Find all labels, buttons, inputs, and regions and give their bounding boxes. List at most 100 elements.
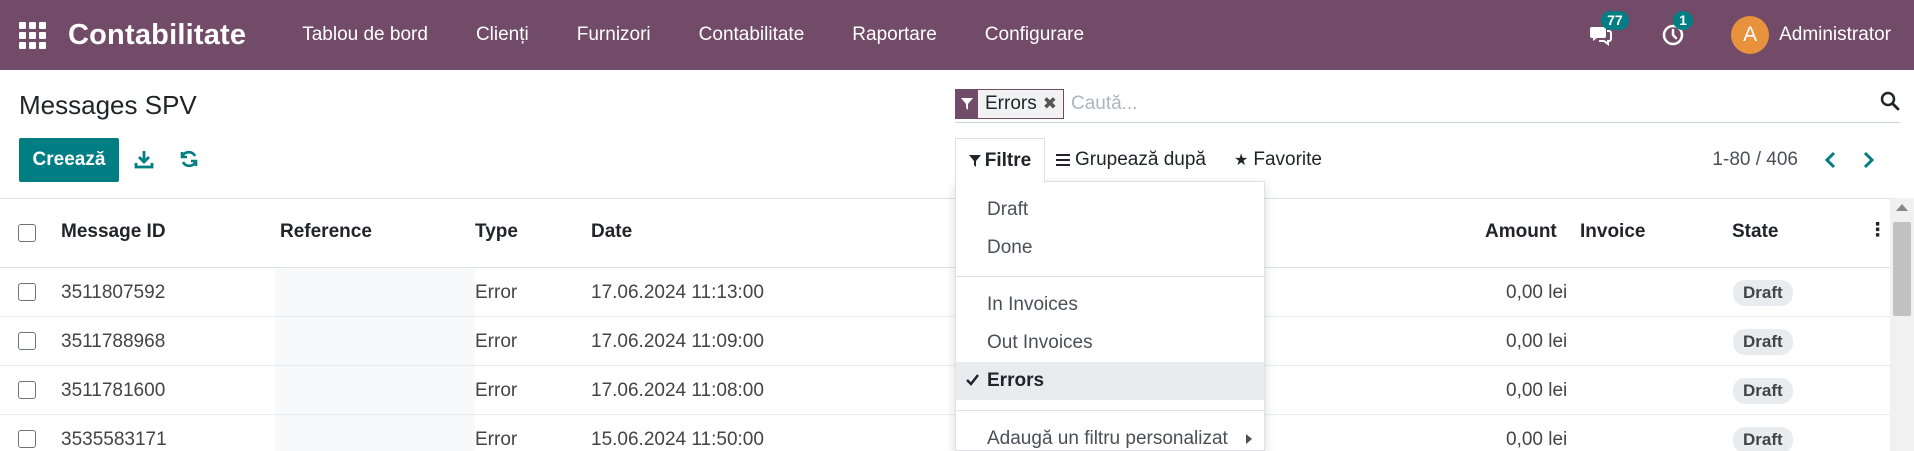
checkmark-icon [966,374,979,386]
apps-menu-icon[interactable] [17,20,47,50]
dropdown-divider [956,276,1264,277]
cell-amount: 0,00 lei [1506,282,1568,303]
row-checkbox[interactable] [18,283,36,301]
menu-item-reporting[interactable]: Raportare [852,24,937,46]
header-type[interactable]: Type [475,221,518,243]
menu-item-customers[interactable]: Clienți [476,24,529,46]
header-message-id[interactable]: Message ID [61,221,166,243]
filters-label: Filtre [984,149,1032,171]
cell-type: Error [475,429,518,450]
page-title: Messages SPV [19,90,197,120]
header-date[interactable]: Date [591,221,632,243]
cell-message-id: 3511788968 [61,331,166,352]
filter-option-out-invoices[interactable]: Out Invoices [956,324,1264,362]
facet-label: Errors [978,89,1043,118]
pager-previous-button[interactable] [1820,148,1840,172]
column-options-icon[interactable]: ⋮ [1868,219,1887,242]
funnel-icon [956,89,978,118]
reference-cell-bg [275,317,475,365]
close-icon[interactable]: ✖ [1042,89,1063,118]
app-brand[interactable]: Contabilitate [68,19,246,52]
add-custom-filter[interactable]: Adaugă un filtru personalizat [956,420,1264,451]
reference-cell-bg [275,415,475,451]
refresh-button[interactable] [176,146,202,172]
menu-item-configuration[interactable]: Configurare [985,24,1084,46]
filter-option-errors[interactable]: Errors [956,362,1264,400]
cell-date: 17.06.2024 11:08:00 [591,380,764,401]
reference-cell-bg [275,366,475,414]
row-checkbox[interactable] [18,332,36,350]
select-all-checkbox[interactable] [18,224,36,242]
chevron-right-icon [1863,151,1875,169]
add-custom-filter-label: Adaugă un filtru personalizat [987,428,1228,449]
list-view: Message ID Reference Type Date Amount In… [0,198,1890,451]
favorites-toggle[interactable]: ★ Favorite [1234,138,1322,182]
header-state[interactable]: State [1732,221,1778,243]
status-badge: Draft [1733,329,1793,355]
status-badge: Draft [1733,280,1793,306]
header-amount[interactable]: Amount [1485,221,1557,243]
table-row[interactable]: 3511788968 Error 17.06.2024 11:09:00 0,0… [0,317,1890,366]
vertical-scrollbar[interactable] [1890,198,1914,451]
star-icon: ★ [1234,152,1249,169]
download-icon [134,151,154,169]
filter-option-draft[interactable]: Draft [956,191,1264,229]
filters-dropdown: Draft Done In Invoices Out Invoices Erro… [955,181,1265,451]
search-bar[interactable]: Errors ✖ Caută... [955,85,1900,123]
activities-count-badge: 1 [1673,11,1693,30]
user-avatar[interactable]: A [1731,16,1770,54]
filter-option-in-invoices[interactable]: In Invoices [956,286,1264,324]
header-invoice[interactable]: Invoice [1580,221,1645,243]
pager-value[interactable]: 1-80 / 406 [1712,149,1798,171]
group-by-label: Grupează după [1075,149,1206,170]
cell-amount: 0,00 lei [1506,331,1568,352]
cell-amount: 0,00 lei [1506,429,1568,450]
messages-button[interactable]: 77 [1587,11,1629,49]
create-button[interactable]: Creează [19,138,119,182]
filter-option-errors-label: Errors [987,370,1045,391]
scroll-up-arrow[interactable] [1896,204,1908,211]
search-icon[interactable] [1880,91,1900,116]
reference-cell-bg [275,268,475,316]
funnel-icon [968,154,981,167]
cell-type: Error [475,282,518,303]
table-row[interactable]: 3511781600 Error 17.06.2024 11:08:00 0,0… [0,366,1890,415]
messages-count-badge: 77 [1601,11,1629,30]
menu-item-accounting[interactable]: Contabilitate [699,24,805,46]
group-by-toggle[interactable]: Grupează după [1056,138,1206,182]
chevron-left-icon [1824,151,1836,169]
status-badge: Draft [1733,427,1793,451]
cell-type: Error [475,331,518,352]
cell-date: 15.06.2024 11:50:00 [591,429,764,450]
filters-toggle[interactable]: Filtre [955,138,1045,182]
table-row[interactable]: 3511807592 Error 17.06.2024 11:13:00 0,0… [0,268,1890,317]
table-row[interactable]: 3535583171 Error 15.06.2024 11:50:00 0,0… [0,415,1890,451]
cell-date: 17.06.2024 11:09:00 [591,331,764,352]
cell-message-id: 3511807592 [61,282,166,303]
user-name[interactable]: Administrator [1779,24,1891,46]
menu-item-dashboard[interactable]: Tablou de bord [302,24,428,46]
dropdown-divider [956,410,1264,411]
scroll-thumb[interactable] [1893,222,1911,316]
cell-type: Error [475,380,518,401]
cell-date: 17.06.2024 11:13:00 [591,282,764,303]
status-badge: Draft [1733,378,1793,404]
activities-button[interactable]: 1 [1659,11,1693,49]
table-header: Message ID Reference Type Date Amount In… [0,199,1890,268]
pager-next-button[interactable] [1859,148,1879,172]
search-facet: Errors ✖ [955,88,1064,119]
cell-amount: 0,00 lei [1506,380,1568,401]
row-checkbox[interactable] [18,381,36,399]
menu-item-vendors[interactable]: Furnizori [577,24,651,46]
cell-message-id: 3511781600 [61,380,166,401]
caret-right-icon [1246,434,1252,444]
filter-option-done[interactable]: Done [956,229,1264,267]
cell-message-id: 3535583171 [61,429,167,450]
search-input[interactable]: Caută... [1071,93,1138,115]
list-icon [1056,154,1070,166]
download-button[interactable] [131,146,157,172]
top-navbar: Contabilitate Tablou de bord Clienți Fur… [0,0,1914,70]
header-reference[interactable]: Reference [280,221,372,243]
row-checkbox[interactable] [18,430,36,448]
refresh-icon [180,150,198,168]
